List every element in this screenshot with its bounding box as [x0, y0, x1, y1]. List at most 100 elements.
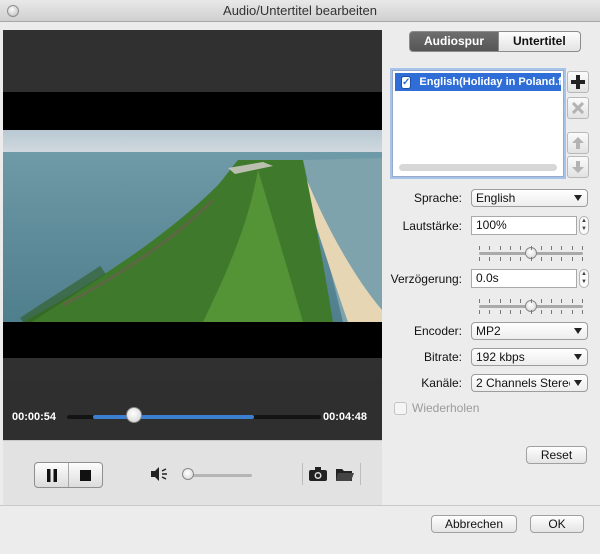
volume-label: Lautstärke: [402, 219, 462, 233]
slider-tick [530, 310, 532, 314]
camera-icon [309, 467, 327, 481]
folder-icon [336, 469, 354, 481]
slider-tick [479, 246, 480, 250]
slider-tick [520, 257, 522, 261]
slider-tick [582, 310, 583, 314]
bitrate-select[interactable]: 192 kbps [471, 348, 588, 366]
track-label: English(Holiday in Poland.flv) [419, 76, 561, 88]
slider-tick [571, 246, 573, 250]
ok-button[interactable]: OK [530, 515, 584, 533]
slider-tick [509, 299, 511, 303]
track-checkbox[interactable]: ✓ [401, 75, 412, 89]
snapshot-button[interactable] [305, 461, 331, 487]
slider-tick [530, 299, 532, 303]
volume-field[interactable]: 100% [471, 216, 577, 235]
audio-track-list[interactable]: ✓ English(Holiday in Poland.flv) [392, 70, 564, 177]
encoder-label: Encoder: [413, 324, 462, 338]
delay-stepper[interactable]: ▲ ▼ [579, 269, 589, 288]
remove-track-button[interactable] [567, 97, 589, 119]
arrow-down-icon [572, 161, 584, 173]
slider-tick [582, 257, 583, 261]
encoder-select[interactable]: MP2 [471, 322, 588, 340]
horizontal-scrollbar[interactable] [399, 164, 557, 171]
slider-tick [479, 310, 480, 314]
slider-tick [561, 310, 563, 314]
slider-tick [582, 299, 583, 303]
language-select[interactable]: English [471, 189, 588, 207]
plus-icon [571, 75, 585, 89]
open-folder-button[interactable] [332, 461, 358, 487]
dropdown-arrow-icon [574, 328, 582, 334]
delay-label: Verzögerung: [390, 272, 462, 286]
repeat-option: Wiederholen [394, 401, 479, 415]
seek-progress [93, 415, 255, 419]
speaker-icon[interactable] [149, 466, 169, 482]
tab-audiospur[interactable]: Audiospur [409, 31, 499, 52]
stop-button[interactable] [68, 463, 102, 487]
coastline-scene [3, 130, 382, 322]
letterbox-top [3, 92, 382, 130]
tab-bar: Audiospur Untertitel [409, 31, 581, 52]
pause-button[interactable] [35, 463, 68, 487]
x-icon [572, 102, 584, 114]
slider-tick [509, 246, 511, 250]
toolbar-separator [302, 463, 303, 485]
slider-tick [499, 246, 501, 250]
slider-tick [551, 246, 553, 250]
repeat-label: Wiederholen [412, 401, 480, 415]
slider-tick [571, 299, 573, 303]
slider-tick [489, 299, 491, 303]
dropdown-arrow-icon [574, 195, 582, 201]
slider-tick [551, 310, 553, 314]
volume-stepper[interactable]: ▲ ▼ [579, 216, 589, 235]
delay-slider[interactable] [479, 299, 583, 314]
title-bar: Audio/Untertitel bearbeiten [0, 0, 600, 22]
delay-field[interactable]: 0.0s [471, 269, 577, 288]
slider-tick [530, 246, 532, 250]
slider-tick [520, 246, 522, 250]
toolbar-separator [360, 463, 361, 485]
slider-tick [561, 299, 563, 303]
cancel-button[interactable]: Abbrechen [431, 515, 517, 533]
slider-tick [561, 246, 563, 250]
slider-tick [489, 246, 491, 250]
slider-tick [489, 257, 491, 261]
dropdown-arrow-icon [574, 354, 582, 360]
video-panel: 00:00:54 00:04:48 [3, 30, 382, 440]
window-close-button[interactable] [7, 5, 19, 17]
slider-tick [530, 257, 532, 261]
dialog-body: 00:00:54 00:04:48 Audiospur Untertitel ✓… [0, 22, 600, 554]
volume-slider-handle[interactable] [181, 468, 194, 480]
slider-tick [540, 310, 542, 314]
channels-select[interactable]: 2 Channels Stereo [471, 374, 588, 392]
current-time: 00:00:54 [12, 411, 57, 423]
volume-level-slider[interactable] [479, 246, 583, 261]
arrow-up-icon [572, 137, 584, 149]
slider-tick [551, 257, 553, 261]
slider-tick [479, 299, 480, 303]
reset-button[interactable]: Reset [526, 446, 587, 464]
move-up-button[interactable] [567, 132, 589, 154]
add-track-button[interactable] [567, 71, 589, 93]
slider-tick [509, 257, 511, 261]
slider-tick [571, 257, 573, 261]
bitrate-label: Bitrate: [423, 350, 462, 364]
slider-tick [571, 310, 573, 314]
list-item[interactable]: ✓ English(Holiday in Poland.flv) [395, 73, 561, 91]
seek-bar[interactable] [67, 415, 321, 419]
slider-tick [520, 299, 522, 303]
slider-tick [509, 310, 511, 314]
language-label: Sprache: [413, 191, 462, 205]
slider-tick [551, 299, 553, 303]
slider-tick [540, 246, 542, 250]
slider-tick [540, 257, 542, 261]
repeat-checkbox[interactable] [394, 401, 407, 415]
play-control-group [34, 462, 103, 488]
slider-tick [582, 246, 583, 250]
slider-tick [540, 299, 542, 303]
pause-icon [46, 468, 57, 482]
channels-label: Kanäle: [421, 376, 462, 390]
move-down-button[interactable] [567, 156, 589, 178]
seek-handle[interactable] [126, 407, 143, 423]
tab-untertitel[interactable]: Untertitel [499, 31, 581, 52]
